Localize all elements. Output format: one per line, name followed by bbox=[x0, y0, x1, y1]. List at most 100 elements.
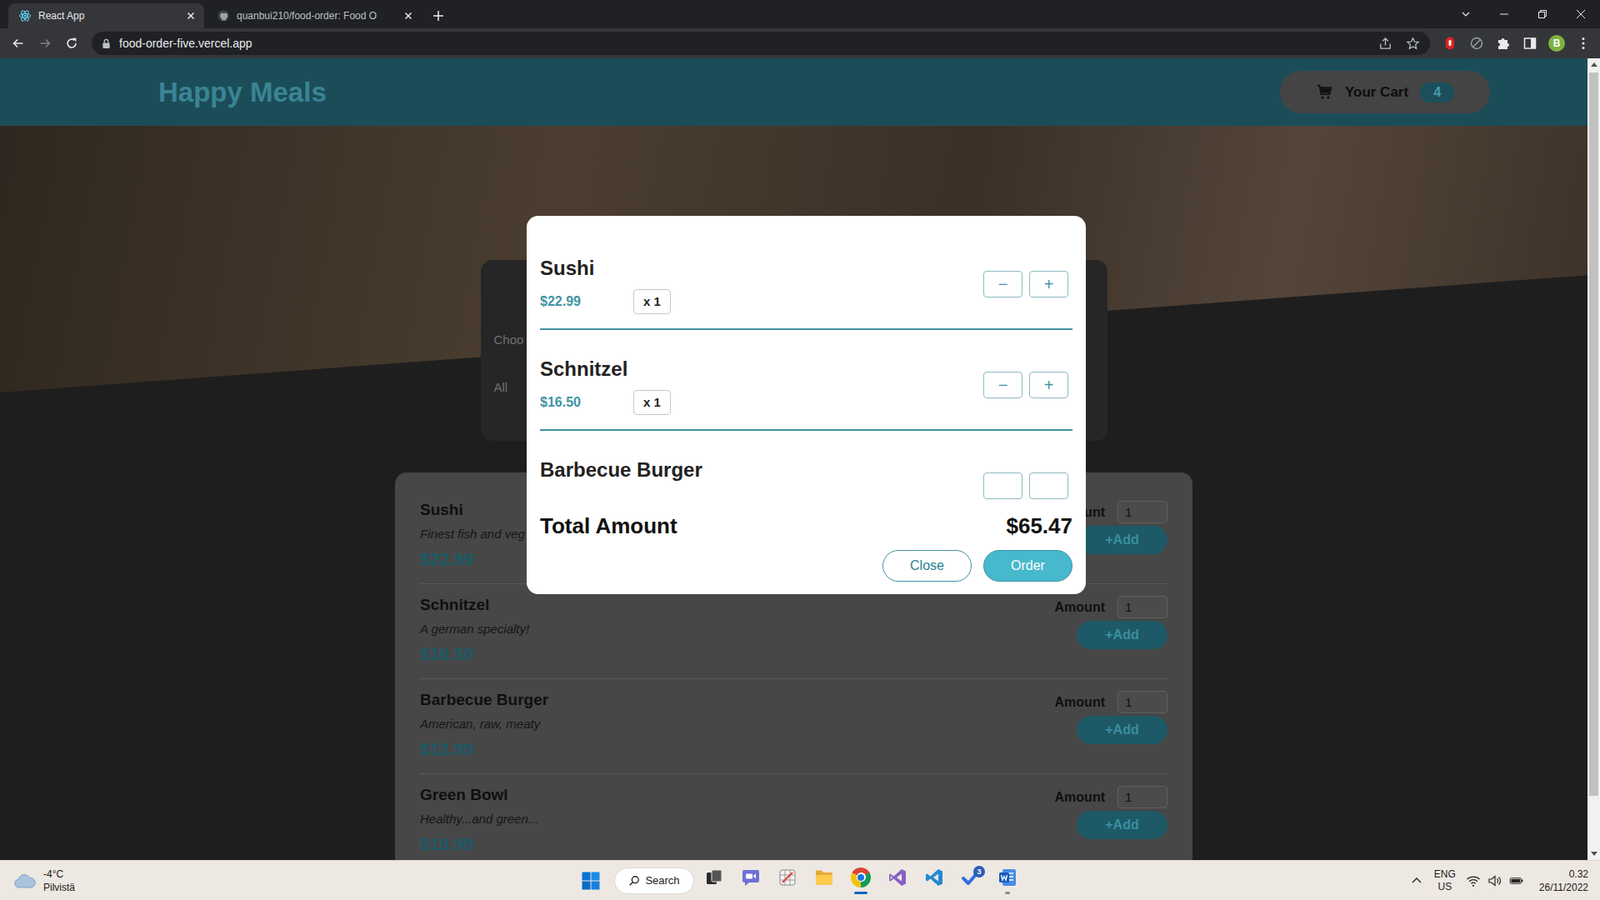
decrease-button[interactable] bbox=[983, 472, 1023, 500]
cloud-icon bbox=[13, 872, 37, 890]
browser-menu-button[interactable] bbox=[1571, 31, 1595, 55]
chrome-core bbox=[857, 874, 865, 881]
taskbar-app[interactable] bbox=[695, 861, 733, 900]
scroll-down-button[interactable] bbox=[1587, 847, 1600, 860]
profile-button[interactable]: B bbox=[1545, 31, 1569, 55]
scrollbar-thumb[interactable] bbox=[1589, 72, 1599, 796]
cart-item-actions: −+ bbox=[983, 371, 1069, 399]
new-tab-icon[interactable] bbox=[431, 9, 445, 23]
taskbar-app[interactable] bbox=[805, 861, 843, 900]
start-button[interactable] bbox=[574, 864, 608, 898]
weather-text: -4°CPilvistä bbox=[43, 867, 75, 895]
minimize-button[interactable] bbox=[1485, 0, 1524, 29]
extension-button[interactable] bbox=[1438, 31, 1462, 55]
close-tab-icon[interactable] bbox=[184, 9, 198, 23]
meal-item: Green Bowl Healthy...and green... $18.99 Am… bbox=[420, 774, 1168, 860]
amount-input[interactable]: 1 bbox=[1117, 785, 1168, 809]
cart-item-summary: $16.50x 1 bbox=[540, 390, 671, 415]
vscode-icon bbox=[924, 867, 945, 888]
browser-tab[interactable]: quanbui210/food-order: Food O bbox=[206, 3, 422, 29]
restore-button[interactable] bbox=[1523, 0, 1562, 29]
add-button[interactable]: +Add bbox=[1076, 525, 1168, 555]
taskbar-app[interactable] bbox=[879, 861, 916, 900]
cart-item: Schnitzel$16.50x 1 −+ bbox=[540, 330, 1073, 431]
side-panel-button[interactable] bbox=[1518, 31, 1542, 55]
meal-description: American, raw, meaty bbox=[420, 715, 549, 733]
system-tray: ENGUS 0.3226/11/2022 bbox=[1409, 867, 1600, 895]
github-logo-icon bbox=[216, 9, 230, 23]
taskbar-app[interactable] bbox=[732, 861, 770, 900]
decrease-button[interactable]: − bbox=[983, 371, 1023, 399]
meal-name: Schnitzel bbox=[420, 595, 530, 615]
chevron-up-icon[interactable] bbox=[1409, 874, 1425, 888]
cart-items-list[interactable]: Sushi$22.99x 1−+Schnitzel$16.50x 1−+Barb… bbox=[540, 229, 1073, 501]
clock[interactable]: 0.3226/11/2022 bbox=[1539, 867, 1589, 895]
taskbar-app[interactable] bbox=[842, 861, 880, 900]
meal-description: Healthy...and green... bbox=[420, 810, 539, 828]
running-indicator bbox=[711, 891, 717, 895]
meal-name: Barbecue Burger bbox=[420, 690, 549, 710]
weather-condition: Pilvistä bbox=[43, 880, 75, 895]
tab-search-button[interactable] bbox=[1446, 0, 1485, 29]
taskbar-app[interactable] bbox=[915, 861, 953, 900]
desktop-screen: React App quanbui210/food-order: Food Ofo… bbox=[0, 0, 1600, 900]
decrease-button[interactable]: − bbox=[983, 270, 1023, 298]
meal-price: $18.99 bbox=[420, 834, 539, 855]
amount-input[interactable]: 1 bbox=[1117, 500, 1168, 524]
scroll-up-button[interactable] bbox=[1587, 58, 1600, 71]
chrome-logo-icon bbox=[850, 867, 871, 888]
extension-button[interactable] bbox=[1465, 31, 1489, 55]
amount-row: Amount 1 bbox=[1055, 595, 1168, 619]
extensions-menu-button[interactable] bbox=[1491, 31, 1515, 55]
language-indicator[interactable]: ENGUS bbox=[1434, 868, 1456, 894]
amount-label: Amount bbox=[1055, 600, 1105, 615]
order-button[interactable]: Order bbox=[983, 550, 1073, 582]
tab-title: React App bbox=[38, 10, 178, 22]
close-window-button[interactable] bbox=[1561, 0, 1600, 29]
blocked-circle-icon bbox=[1469, 35, 1485, 51]
amount-input[interactable]: 1 bbox=[1117, 595, 1168, 619]
address-actions bbox=[1378, 36, 1420, 51]
cart-item-name: Sushi bbox=[540, 254, 671, 283]
page-scrollbar[interactable] bbox=[1587, 58, 1600, 860]
increase-button[interactable] bbox=[1029, 472, 1069, 500]
cart-item-info: Schnitzel$16.50x 1 bbox=[540, 355, 671, 415]
close-button[interactable]: Close bbox=[882, 550, 972, 582]
battery-icon[interactable] bbox=[1509, 874, 1525, 888]
running-indicator bbox=[968, 891, 974, 895]
profile-avatar: B bbox=[1548, 35, 1565, 52]
browser-tab[interactable]: React App bbox=[8, 3, 205, 29]
taskbar-app[interactable] bbox=[769, 861, 806, 900]
address-bar[interactable]: food-order-five.vercel.app bbox=[91, 31, 1430, 55]
back-button[interactable] bbox=[5, 31, 32, 55]
snipping-tool-icon bbox=[777, 867, 798, 888]
running-indicator bbox=[748, 891, 754, 895]
share-icon[interactable] bbox=[1378, 36, 1393, 51]
speaker-icon[interactable] bbox=[1487, 874, 1503, 888]
task-view-icon bbox=[704, 867, 725, 888]
reload-button[interactable] bbox=[58, 31, 85, 55]
add-button[interactable]: +Add bbox=[1076, 715, 1168, 745]
arrow-down-icon bbox=[1590, 851, 1598, 856]
add-button[interactable]: +Add bbox=[1076, 810, 1168, 840]
amount-input[interactable]: 1 bbox=[1117, 690, 1168, 714]
add-button[interactable]: +Add bbox=[1076, 620, 1168, 650]
taskbar-app[interactable] bbox=[989, 861, 1026, 900]
bookmark-star-icon[interactable] bbox=[1405, 36, 1420, 51]
taskbar-search[interactable]: Search bbox=[614, 867, 695, 895]
close-tab-icon[interactable] bbox=[401, 9, 415, 23]
cart-button[interactable]: Your Cart4 bbox=[1280, 70, 1490, 114]
taskbar-app[interactable]: 3 bbox=[952, 861, 990, 900]
amount-label: Amount bbox=[1055, 790, 1105, 805]
running-indicator bbox=[1005, 891, 1010, 895]
chrome-ring bbox=[856, 872, 866, 882]
cart-item-quantity: x 1 bbox=[633, 390, 671, 415]
meal-name: Green Bowl bbox=[420, 785, 539, 805]
scrollbar-track bbox=[1587, 797, 1600, 848]
increase-button[interactable]: + bbox=[1029, 371, 1069, 399]
weather-widget[interactable]: -4°CPilvistä bbox=[0, 867, 575, 895]
app-title: Happy Meals bbox=[158, 76, 327, 109]
forward-button[interactable] bbox=[31, 31, 59, 55]
wifi-icon[interactable] bbox=[1465, 874, 1481, 888]
increase-button[interactable]: + bbox=[1029, 270, 1069, 298]
